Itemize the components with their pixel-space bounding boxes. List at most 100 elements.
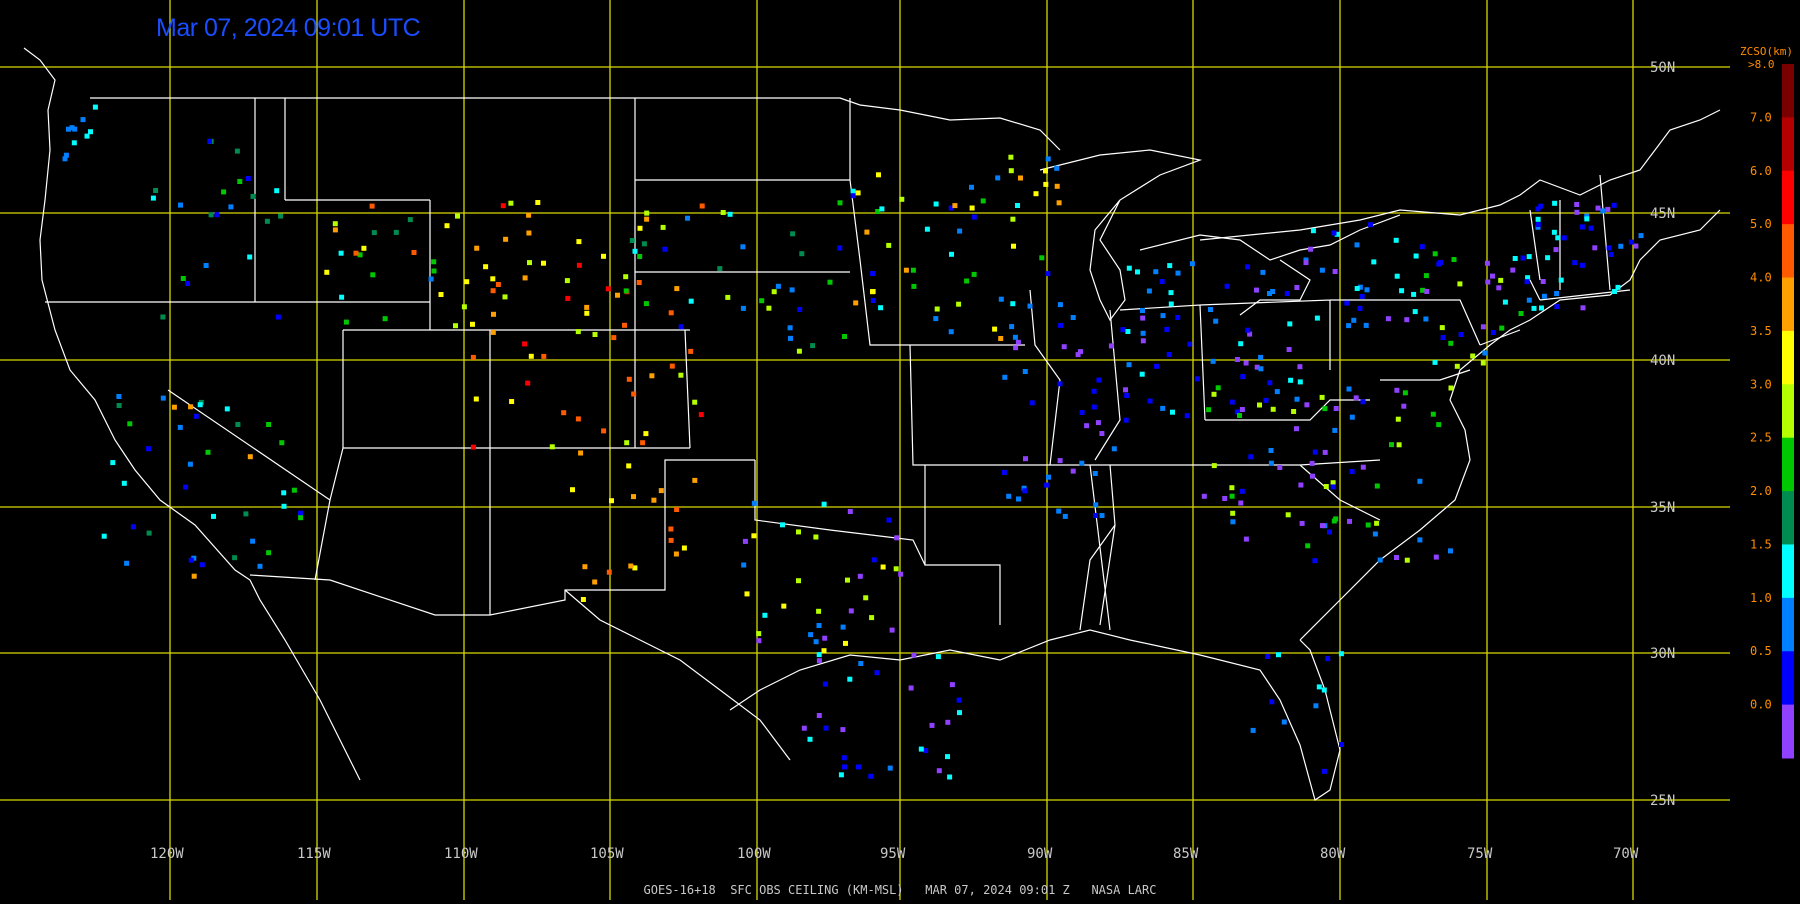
station-marker [823, 725, 829, 731]
station-marker [1424, 289, 1430, 294]
station-marker [146, 446, 152, 452]
station-marker [858, 661, 864, 666]
latitude-label: 40N [1650, 353, 1675, 369]
station-marker [1023, 456, 1028, 462]
station-marker [1167, 263, 1173, 269]
station-marker [949, 251, 954, 257]
station-marker [1314, 315, 1320, 321]
station-marker [565, 295, 571, 301]
station-marker [1526, 254, 1532, 260]
station-marker [1535, 222, 1541, 227]
station-marker [1092, 471, 1098, 476]
station-marker [1057, 381, 1063, 387]
ceiling-colorbar: ZCSO(km)>8.0 7.0 6.0 5.0 4.0 3.5 3.0 2.5 2.0 1.5 1… [1740, 45, 1794, 759]
station-marker [878, 305, 884, 311]
station-marker [1321, 768, 1327, 774]
station-marker [952, 203, 958, 209]
station-marker [1010, 301, 1016, 307]
station-marker [370, 272, 376, 278]
station-marker [1263, 397, 1269, 403]
colorbar-segment [1782, 170, 1794, 225]
station-marker [1238, 341, 1244, 347]
station-marker [685, 215, 690, 221]
station-marker [1330, 484, 1336, 490]
station-marker [640, 440, 646, 446]
station-marker [948, 329, 954, 335]
station-marker [871, 557, 877, 563]
station-marker [1417, 478, 1423, 484]
state-lines-central [754, 98, 1116, 626]
station-marker [1277, 465, 1283, 470]
station-marker [291, 487, 297, 493]
colorbar-tick-label: 1.5 [1750, 537, 1772, 551]
station-marker [887, 765, 893, 771]
station-marker [969, 184, 974, 190]
station-marker [842, 764, 847, 770]
station-marker [1419, 244, 1425, 250]
station-marker [1354, 286, 1360, 291]
station-marker [1164, 326, 1170, 332]
station-marker [1213, 318, 1219, 324]
station-marker [827, 279, 833, 285]
station-marker [870, 271, 876, 276]
station-marker [840, 624, 846, 630]
station-marker [936, 768, 942, 774]
station-marker [1298, 482, 1304, 488]
station-marker [188, 557, 194, 563]
station-marker [681, 545, 687, 551]
station-marker [1417, 537, 1423, 543]
station-marker [235, 422, 241, 427]
longitude-label: 100W [737, 846, 771, 862]
station-marker [678, 324, 684, 330]
station-marker [1322, 449, 1328, 455]
station-marker [353, 250, 359, 256]
station-marker [1353, 395, 1359, 401]
station-marker [799, 251, 805, 257]
station-marker [1561, 235, 1567, 241]
station-marker [908, 685, 914, 691]
station-marker [1043, 168, 1048, 174]
station-marker [632, 248, 638, 254]
station-marker [1009, 324, 1015, 330]
station-marker [1539, 305, 1544, 311]
station-marker [1490, 330, 1496, 335]
station-marker [1093, 502, 1099, 508]
station-marker [848, 608, 854, 614]
station-marker [1294, 426, 1299, 432]
station-marker [1189, 261, 1195, 267]
station-marker [658, 488, 664, 494]
station-marker [1274, 389, 1280, 395]
station-marker [266, 422, 272, 427]
station-marker [178, 202, 183, 208]
station-marker [228, 204, 234, 210]
station-marker [637, 254, 643, 259]
station-marker [183, 484, 189, 490]
station-marker [71, 140, 77, 146]
station-marker [1006, 493, 1012, 499]
station-marker [1170, 409, 1175, 415]
station-marker [797, 307, 803, 312]
station-marker [1611, 202, 1617, 208]
station-marker [1512, 256, 1518, 261]
longitude-label: 105W [590, 846, 624, 862]
station-marker [1531, 305, 1537, 311]
station-marker [1555, 235, 1561, 241]
station-marker [584, 310, 590, 316]
station-marker [1490, 273, 1495, 279]
station-marker [1108, 343, 1114, 349]
station-marker [1484, 260, 1490, 266]
station-marker [1254, 287, 1259, 293]
longitude-label: 115W [297, 846, 331, 862]
station-marker [1126, 362, 1132, 368]
station-marker [576, 239, 582, 245]
station-marker [626, 376, 632, 382]
station-marker [1045, 156, 1051, 162]
station-marker [674, 286, 680, 292]
station-marker [339, 294, 345, 300]
station-marker [631, 494, 636, 500]
station-marker [1423, 273, 1429, 279]
station-marker [678, 372, 684, 378]
colorbar-top-label: >8.0 [1748, 58, 1775, 71]
station-marker [1258, 354, 1264, 360]
station-marker [699, 203, 705, 209]
